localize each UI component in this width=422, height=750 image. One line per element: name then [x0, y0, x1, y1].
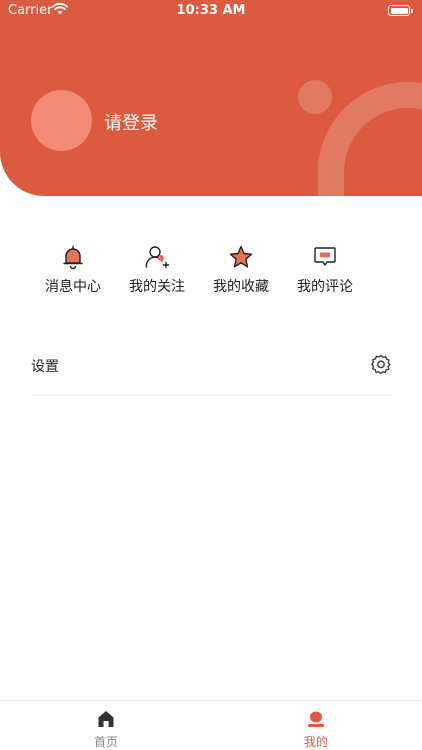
battery-icon: [388, 5, 413, 16]
my-comments-button[interactable]: 我的评论: [283, 240, 367, 300]
gear-icon: [371, 354, 391, 374]
my-follows-button[interactable]: 我的关注: [115, 240, 199, 300]
decoration-bar: [318, 150, 344, 196]
message-center-button[interactable]: 消息中心: [31, 240, 115, 300]
quick-menu: 消息中心 我的关注 我的收藏 我的评论: [31, 240, 371, 310]
quick-item-label: 我的收藏: [213, 279, 269, 295]
bell-icon: [63, 245, 83, 270]
clock: 10:33 AM: [176, 3, 246, 18]
tab-bar: 首页 我的: [0, 700, 422, 750]
tab-label: 首页: [93, 735, 118, 749]
settings-label: 设置: [31, 359, 59, 375]
status-bar: Carrier 10:33 AM: [0, 0, 422, 22]
tab-mine[interactable]: 我的: [256, 701, 376, 750]
star-icon: [229, 245, 253, 268]
quick-item-label: 我的关注: [129, 279, 185, 295]
quick-item-label: 我的评论: [297, 279, 353, 295]
profile-header: Carrier 10:33 AM 请登录: [0, 0, 422, 196]
decoration-dot: [298, 80, 332, 114]
comment-icon: [314, 247, 336, 266]
quick-item-label: 消息中心: [45, 279, 101, 295]
settings-row[interactable]: 设置: [31, 340, 391, 396]
my-favorites-button[interactable]: 我的收藏: [199, 240, 283, 300]
login-link[interactable]: 请登录: [104, 109, 158, 135]
tab-home[interactable]: 首页: [46, 701, 166, 750]
follow-user-icon: [145, 246, 170, 269]
user-icon: [308, 711, 324, 727]
home-icon: [98, 711, 114, 727]
tab-label: 我的: [303, 735, 328, 749]
avatar[interactable]: [31, 90, 92, 151]
